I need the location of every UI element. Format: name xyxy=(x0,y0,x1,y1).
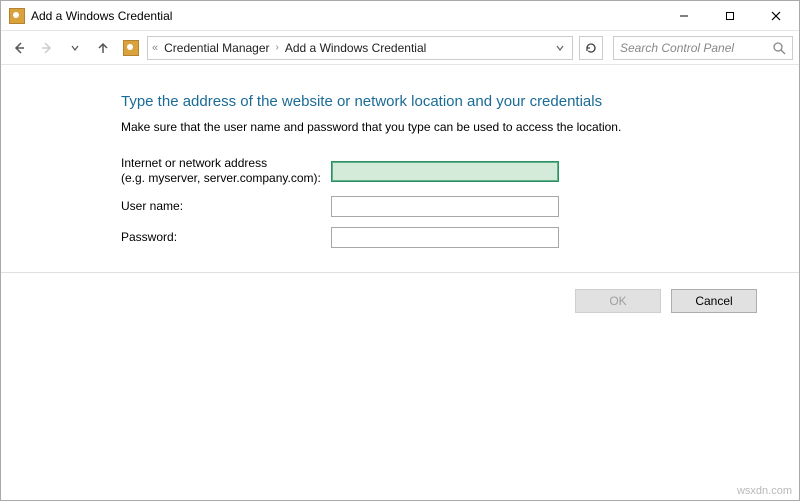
address-dropdown[interactable] xyxy=(552,40,568,56)
back-button[interactable] xyxy=(7,36,31,60)
forward-arrow-icon xyxy=(40,41,54,55)
button-row: OK Cancel xyxy=(1,273,799,313)
minimize-icon xyxy=(679,11,689,21)
password-label: Password: xyxy=(121,230,331,245)
recent-dropdown[interactable] xyxy=(63,36,87,60)
ok-button[interactable]: OK xyxy=(575,289,661,313)
address-bar[interactable]: « Credential Manager › Add a Windows Cre… xyxy=(147,36,573,60)
minimize-button[interactable] xyxy=(661,1,707,30)
username-input[interactable] xyxy=(331,196,559,217)
close-icon xyxy=(771,11,781,21)
search-placeholder: Search Control Panel xyxy=(620,41,772,55)
breadcrumb-separator: › xyxy=(272,42,283,53)
titlebar: Add a Windows Credential xyxy=(1,1,799,31)
address-input[interactable] xyxy=(331,161,559,182)
chevron-down-icon xyxy=(70,43,80,53)
up-arrow-icon xyxy=(96,41,110,55)
maximize-icon xyxy=(725,11,735,21)
address-icon xyxy=(123,40,139,56)
window-title: Add a Windows Credential xyxy=(31,9,172,23)
up-button[interactable] xyxy=(91,36,115,60)
window: Add a Windows Credential xyxy=(0,0,800,501)
maximize-button[interactable] xyxy=(707,1,753,30)
page-subtext: Make sure that the user name and passwor… xyxy=(121,120,759,134)
breadcrumb-item-1[interactable]: Credential Manager xyxy=(162,41,271,55)
watermark: wsxdn.com xyxy=(737,485,792,497)
chevron-down-icon xyxy=(555,43,565,53)
form-row-username: User name: xyxy=(121,196,759,217)
search-icon xyxy=(772,41,786,55)
form-row-address: Internet or network address (e.g. myserv… xyxy=(121,156,759,186)
breadcrumb-item-2[interactable]: Add a Windows Credential xyxy=(283,41,428,55)
password-input[interactable] xyxy=(331,227,559,248)
search-input[interactable]: Search Control Panel xyxy=(613,36,793,60)
form-row-password: Password: xyxy=(121,227,759,248)
content-area: Type the address of the website or netwo… xyxy=(1,65,799,500)
content-inner: Type the address of the website or netwo… xyxy=(1,93,799,248)
cancel-button[interactable]: Cancel xyxy=(671,289,757,313)
address-label-hint: (e.g. myserver, server.company.com): xyxy=(121,171,331,186)
username-label: User name: xyxy=(121,199,331,214)
refresh-icon xyxy=(585,42,597,54)
address-label: Internet or network address (e.g. myserv… xyxy=(121,156,331,186)
back-arrow-icon xyxy=(12,41,26,55)
close-button[interactable] xyxy=(753,1,799,30)
address-overflow-icon: « xyxy=(152,42,158,54)
nav-row: « Credential Manager › Add a Windows Cre… xyxy=(1,31,799,65)
address-label-text: Internet or network address xyxy=(121,156,267,170)
app-icon xyxy=(9,8,25,24)
refresh-button[interactable] xyxy=(579,36,603,60)
window-controls xyxy=(661,1,799,30)
page-headline: Type the address of the website or netwo… xyxy=(121,93,759,110)
forward-button[interactable] xyxy=(35,36,59,60)
